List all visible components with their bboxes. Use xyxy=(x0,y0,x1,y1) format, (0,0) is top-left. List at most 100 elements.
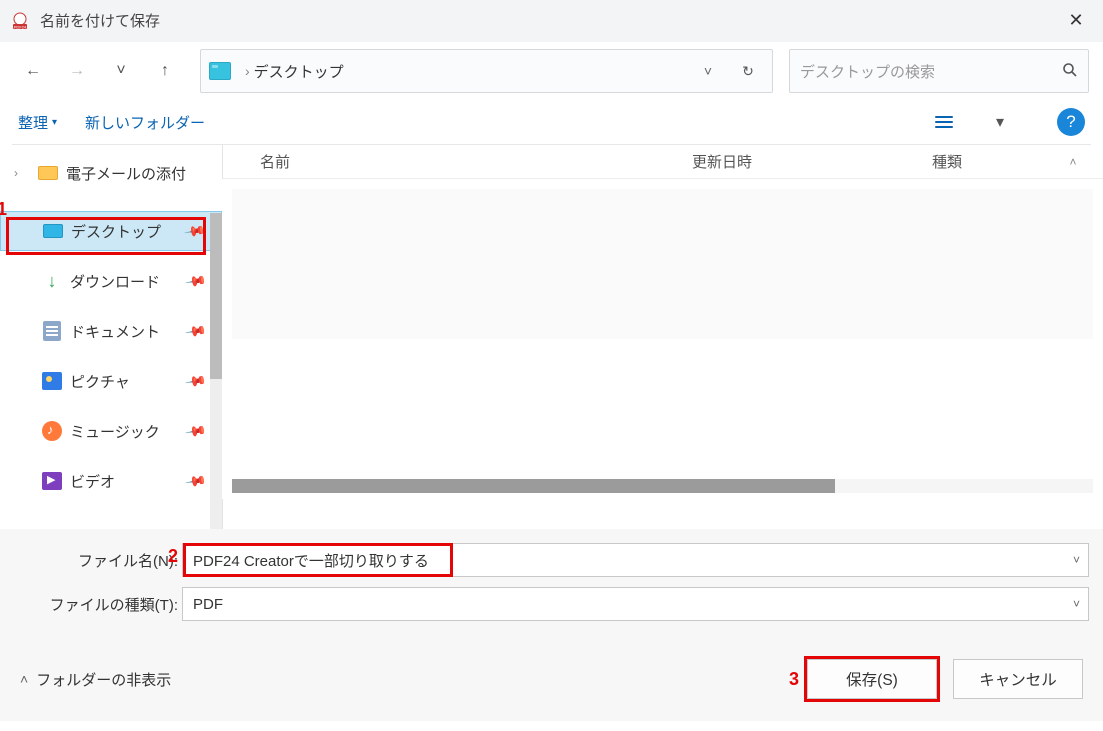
column-modified[interactable]: 更新日時 xyxy=(692,151,932,172)
column-headers: 名前 更新日時 種類 ˄ xyxy=(222,145,1103,179)
pin-icon: 📌 xyxy=(183,369,207,393)
video-icon xyxy=(42,472,62,490)
view-options-button[interactable] xyxy=(927,107,961,137)
folder-icon xyxy=(209,62,231,80)
nav-tree: 1 › 電子メールの添付 デスクトップ 📌 ↓ ダウンロード 📌 ドキュメント … xyxy=(0,145,222,529)
chevron-up-icon: ˄ xyxy=(1069,155,1076,169)
music-icon xyxy=(42,421,62,441)
pin-icon: 📌 xyxy=(183,419,207,443)
fields-section: 2 ファイル名(N): PDF24 Creatorで一部切り取りする ˅ ファイ… xyxy=(0,529,1103,637)
download-icon: ↓ xyxy=(48,271,57,292)
filetype-select[interactable]: PDF ˅ xyxy=(182,587,1089,621)
annotation-1: 1 xyxy=(0,199,7,220)
pin-icon: 📌 xyxy=(183,269,207,293)
desktop-icon xyxy=(43,224,63,238)
search-placeholder: デスクトップの検索 xyxy=(800,61,1062,82)
close-button[interactable]: ✕ xyxy=(1053,0,1099,42)
pictures-icon xyxy=(42,372,62,390)
save-button[interactable]: 保存(S) xyxy=(807,659,937,699)
hide-folders-button[interactable]: ˄ フォルダーの非表示 xyxy=(20,669,171,690)
chevron-down-icon: ▾ xyxy=(52,117,57,128)
address-bar[interactable]: › デスクトップ ˅ ↻ xyxy=(200,49,773,93)
tree-item-label: ピクチャ xyxy=(70,371,130,392)
annotation-2: 2 xyxy=(168,546,178,567)
arrow-right-icon: → xyxy=(69,62,85,80)
tree-item-label: デスクトップ xyxy=(71,221,161,242)
tree-item-email-attachments[interactable]: › 電子メールの添付 xyxy=(0,153,222,193)
arrow-up-icon: ↑ xyxy=(161,62,169,80)
file-list-pane: 名前 更新日時 種類 ˄ xyxy=(222,145,1103,529)
tree-item-documents[interactable]: ドキュメント 📌 xyxy=(0,311,222,351)
up-button[interactable]: ↑ xyxy=(146,52,184,90)
folder-icon xyxy=(38,166,58,180)
address-location: デスクトップ xyxy=(254,61,344,82)
tree-item-downloads[interactable]: ↓ ダウンロード 📌 xyxy=(0,261,222,301)
chevron-down-icon: ▾ xyxy=(996,112,1004,132)
chevron-down-icon: ˅ xyxy=(704,63,712,79)
chevron-up-icon: ˄ xyxy=(20,671,28,687)
document-icon xyxy=(43,321,61,341)
arrow-left-icon: ← xyxy=(25,62,41,80)
column-name[interactable]: 名前 xyxy=(242,151,692,172)
refresh-icon: ↻ xyxy=(742,63,754,80)
pin-icon: 📌 xyxy=(182,219,206,243)
chevron-down-icon[interactable]: ˅ xyxy=(1073,553,1080,567)
svg-text:PDF24: PDF24 xyxy=(14,24,27,29)
footer: ˄ フォルダーの非表示 3 保存(S) キャンセル xyxy=(0,637,1103,721)
chevron-right-icon: › xyxy=(14,166,30,180)
recent-locations-button[interactable]: ˅ xyxy=(102,52,140,90)
toolbar: 整理 ▾ 新しいフォルダー ▾ ? xyxy=(0,100,1103,144)
tree-item-label: ミュージック xyxy=(70,421,160,442)
list-icon xyxy=(935,116,953,128)
filename-value: PDF24 Creatorで一部切り取りする xyxy=(193,550,429,571)
filetype-value: PDF xyxy=(193,596,223,613)
new-folder-label: 新しいフォルダー xyxy=(85,112,205,133)
search-input[interactable]: デスクトップの検索 xyxy=(789,49,1089,93)
horizontal-scrollbar[interactable] xyxy=(232,479,1093,493)
help-button[interactable]: ? xyxy=(1057,108,1085,136)
pin-icon: 📌 xyxy=(183,319,207,343)
pin-icon: 📌 xyxy=(183,469,207,493)
organize-label: 整理 xyxy=(18,112,48,133)
new-folder-button[interactable]: 新しいフォルダー xyxy=(85,112,205,133)
horizontal-scrollbar-thumb[interactable] xyxy=(232,479,835,493)
navigation-row: ← → ˅ ↑ › デスクトップ ˅ ↻ デスクトップの検索 xyxy=(0,42,1103,100)
tree-item-music[interactable]: ミュージック 📌 xyxy=(0,411,222,451)
chevron-down-icon: ˅ xyxy=(116,62,125,80)
cancel-button-label: キャンセル xyxy=(979,668,1057,690)
column-type[interactable]: 種類 xyxy=(932,151,1043,172)
sort-indicator[interactable]: ˄ xyxy=(1043,155,1103,169)
tree-scrollbar[interactable] xyxy=(210,213,222,529)
filename-input[interactable]: PDF24 Creatorで一部切り取りする ˅ xyxy=(182,543,1089,577)
refresh-button[interactable]: ↻ xyxy=(730,63,766,80)
tree-item-label: ドキュメント xyxy=(70,321,160,342)
path-separator-icon: › xyxy=(245,63,250,79)
forward-button[interactable]: → xyxy=(58,52,96,90)
file-list-content[interactable] xyxy=(222,179,1103,499)
organize-button[interactable]: 整理 ▾ xyxy=(18,112,57,133)
annotation-3: 3 xyxy=(789,669,799,690)
tree-item-label: ビデオ xyxy=(70,471,115,492)
view-dropdown-button[interactable]: ▾ xyxy=(989,103,1011,141)
tree-item-videos[interactable]: ビデオ 📌 xyxy=(0,461,222,501)
filetype-label: ファイルの種類(T): xyxy=(14,594,182,615)
save-button-label: 保存(S) xyxy=(846,668,898,690)
tree-item-label: 電子メールの添付 xyxy=(66,163,186,184)
cancel-button[interactable]: キャンセル xyxy=(953,659,1083,699)
tree-item-label: ダウンロード xyxy=(70,271,160,292)
back-button[interactable]: ← xyxy=(14,52,52,90)
tree-scrollbar-thumb[interactable] xyxy=(210,213,222,379)
tree-item-desktop[interactable]: デスクトップ 📌 xyxy=(0,211,222,251)
tree-item-pictures[interactable]: ピクチャ 📌 xyxy=(0,361,222,401)
body-area: 1 › 電子メールの添付 デスクトップ 📌 ↓ ダウンロード 📌 ドキュメント … xyxy=(0,145,1103,529)
close-icon: ✕ xyxy=(1068,10,1083,31)
dialog-title: 名前を付けて保存 xyxy=(40,10,1053,31)
chevron-down-icon[interactable]: ˅ xyxy=(1073,597,1080,611)
search-icon xyxy=(1062,62,1078,81)
app-icon: PDF24 xyxy=(10,11,30,31)
filename-label: ファイル名(N): xyxy=(14,550,182,571)
help-icon: ? xyxy=(1066,112,1075,132)
hide-folders-label: フォルダーの非表示 xyxy=(36,669,171,690)
titlebar: PDF24 名前を付けて保存 ✕ xyxy=(0,0,1103,42)
address-dropdown-button[interactable]: ˅ xyxy=(690,63,726,79)
